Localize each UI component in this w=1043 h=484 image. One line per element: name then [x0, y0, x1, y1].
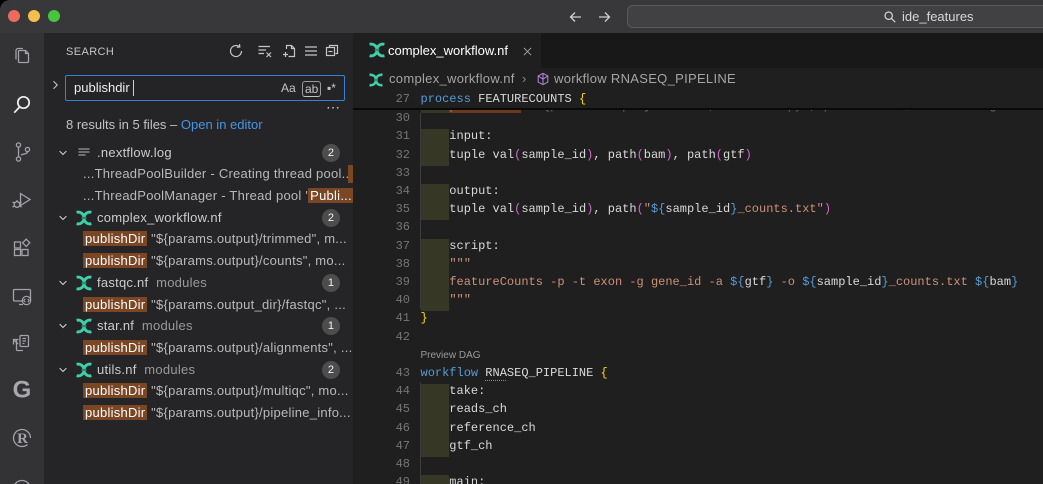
svg-text:G: G — [13, 379, 32, 403]
svg-text:R: R — [17, 431, 28, 447]
